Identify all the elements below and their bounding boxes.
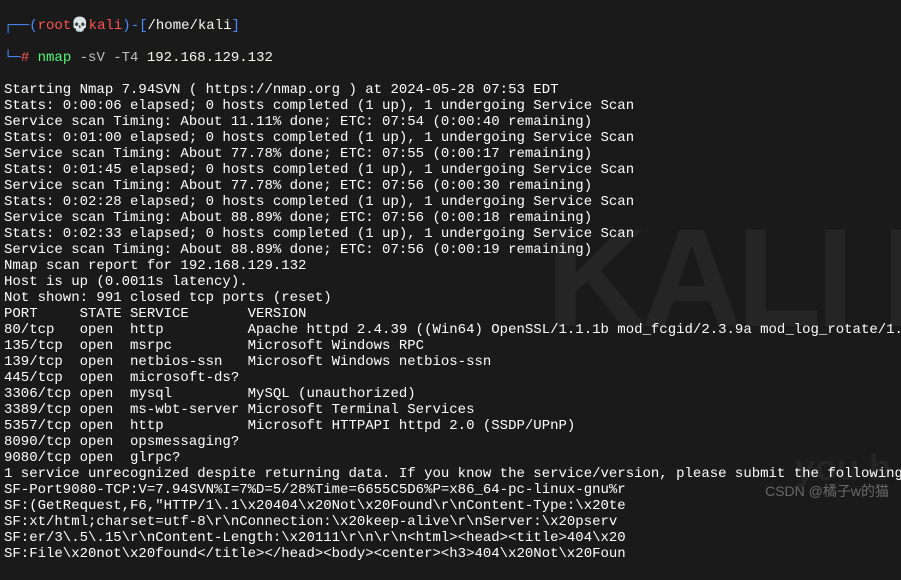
prompt-line-2[interactable]: └─# nmap -sV -T4 192.168.129.132 <box>4 50 897 66</box>
skull-icon: 💀 <box>71 18 88 34</box>
command-args: -sV -T4 <box>71 50 147 66</box>
user: root <box>38 18 72 34</box>
prompt-line-1: ┌──(root💀kali)-[/home/kali] <box>4 18 897 34</box>
prompt-hash: # <box>21 50 29 66</box>
command-target: 192.168.129.132 <box>147 50 273 66</box>
command-binary: nmap <box>38 50 72 66</box>
box-corner: ┌── <box>4 18 29 34</box>
watermark: CSDN @橘子w的猫 <box>765 483 889 499</box>
command-output: Starting Nmap 7.94SVN ( https://nmap.org… <box>4 82 897 562</box>
cwd: /home/kali <box>148 18 232 34</box>
host: kali <box>89 18 123 34</box>
